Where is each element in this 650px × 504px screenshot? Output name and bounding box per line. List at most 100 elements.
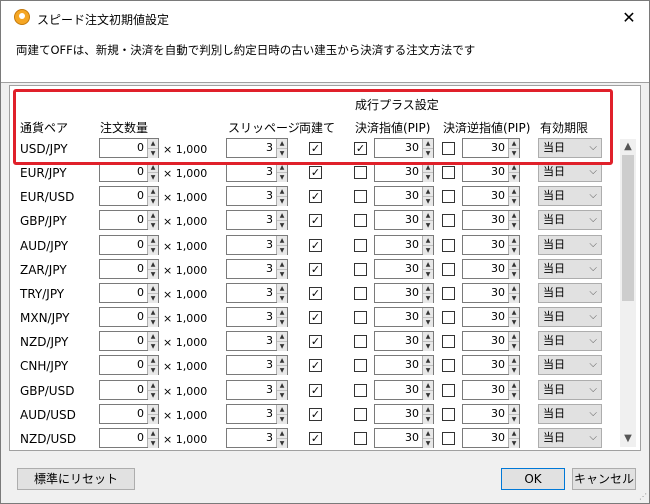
spin-arrows-icon[interactable]: ▲ ▼ [422, 428, 433, 448]
spin-arrows-icon[interactable]: ▲ ▼ [508, 187, 519, 207]
limit-stepper[interactable]: 30 ▲ ▼ [374, 331, 434, 352]
cancel-button[interactable]: キャンセル [572, 468, 636, 490]
spin-arrows-icon[interactable]: ▲ ▼ [147, 356, 158, 376]
spin-arrows-icon[interactable]: ▲ ▼ [508, 332, 519, 352]
slippage-stepper[interactable]: 3 ▲ ▼ [226, 234, 288, 255]
limit-stepper[interactable]: 30 ▲ ▼ [374, 379, 434, 400]
scroll-down-icon[interactable]: ▼ [620, 431, 636, 447]
limit-stepper[interactable]: 30 ▲ ▼ [374, 138, 434, 158]
reset-button[interactable]: 標準にリセット [17, 468, 135, 490]
stop-checkbox[interactable] [442, 383, 455, 397]
spin-arrows-icon[interactable]: ▲ ▼ [508, 163, 519, 183]
slippage-stepper[interactable]: 3 ▲ ▼ [226, 355, 288, 376]
spin-arrows-icon[interactable]: ▲ ▼ [147, 332, 158, 352]
stop-stepper[interactable]: 30 ▲ ▼ [462, 210, 520, 231]
spin-arrows-icon[interactable]: ▲ ▼ [147, 163, 158, 183]
vertical-scrollbar[interactable]: ▲ ▼ [620, 139, 636, 447]
stop-checkbox[interactable] [442, 311, 455, 325]
spin-arrows-icon[interactable]: ▲ ▼ [276, 163, 287, 183]
spin-arrows-icon[interactable]: ▲ ▼ [147, 308, 158, 328]
slippage-stepper[interactable]: 3 ▲ ▼ [226, 162, 288, 183]
expiry-select[interactable]: 当日 ⌵ [538, 210, 602, 231]
hedge-checkbox[interactable]: ✓ [309, 238, 322, 252]
spin-arrows-icon[interactable]: ▲ ▼ [422, 332, 433, 352]
slippage-stepper[interactable]: 3 ▲ ▼ [226, 258, 288, 279]
stop-checkbox[interactable] [442, 166, 455, 180]
spin-arrows-icon[interactable]: ▲ ▼ [276, 259, 287, 279]
limit-checkbox[interactable] [354, 166, 367, 180]
stop-checkbox[interactable] [442, 359, 455, 373]
limit-checkbox[interactable] [354, 190, 367, 204]
limit-checkbox[interactable] [354, 286, 367, 300]
limit-stepper[interactable]: 30 ▲ ▼ [374, 162, 434, 183]
quantity-stepper[interactable]: 0 ▲ ▼ [99, 258, 159, 279]
stop-stepper[interactable]: 30 ▲ ▼ [462, 379, 520, 400]
spin-arrows-icon[interactable]: ▲ ▼ [276, 428, 287, 448]
quantity-stepper[interactable]: 0 ▲ ▼ [99, 403, 159, 424]
quantity-stepper[interactable]: 0 ▲ ▼ [99, 307, 159, 328]
stop-checkbox[interactable] [442, 262, 455, 276]
stop-stepper[interactable]: 30 ▲ ▼ [462, 355, 520, 376]
stop-stepper[interactable]: 30 ▲ ▼ [462, 186, 520, 207]
spin-arrows-icon[interactable]: ▲ ▼ [276, 211, 287, 231]
spin-arrows-icon[interactable]: ▲ ▼ [276, 356, 287, 376]
limit-checkbox[interactable]: ✓ [354, 142, 367, 155]
scroll-up-icon[interactable]: ▲ [620, 139, 636, 155]
expiry-select[interactable]: 当日 ⌵ [538, 258, 602, 279]
stop-stepper[interactable]: 30 ▲ ▼ [462, 234, 520, 255]
spin-arrows-icon[interactable]: ▲ ▼ [276, 187, 287, 207]
stop-stepper[interactable]: 30 ▲ ▼ [462, 331, 520, 352]
spin-arrows-icon[interactable]: ▲ ▼ [422, 235, 433, 255]
limit-stepper[interactable]: 30 ▲ ▼ [374, 427, 434, 448]
quantity-stepper[interactable]: 0 ▲ ▼ [99, 355, 159, 376]
expiry-select[interactable]: 当日 ⌵ [538, 186, 602, 207]
hedge-checkbox[interactable]: ✓ [309, 335, 322, 349]
spin-arrows-icon[interactable]: ▲ ▼ [422, 404, 433, 424]
hedge-checkbox[interactable]: ✓ [309, 407, 322, 421]
spin-arrows-icon[interactable]: ▲ ▼ [276, 283, 287, 303]
expiry-select[interactable]: 当日 ⌵ [538, 307, 602, 328]
stop-checkbox[interactable] [442, 190, 455, 204]
limit-stepper[interactable]: 30 ▲ ▼ [374, 307, 434, 328]
close-icon[interactable]: ✕ [617, 7, 641, 29]
slippage-stepper[interactable]: 3 ▲ ▼ [226, 186, 288, 207]
spin-arrows-icon[interactable]: ▲ ▼ [508, 356, 519, 376]
stop-checkbox[interactable] [442, 431, 455, 445]
limit-checkbox[interactable] [354, 311, 367, 325]
limit-stepper[interactable]: 30 ▲ ▼ [374, 234, 434, 255]
limit-stepper[interactable]: 30 ▲ ▼ [374, 355, 434, 376]
hedge-checkbox[interactable]: ✓ [309, 214, 322, 228]
spin-arrows-icon[interactable]: ▲ ▼ [422, 139, 433, 158]
slippage-stepper[interactable]: 3 ▲ ▼ [226, 282, 288, 303]
quantity-stepper[interactable]: 0 ▲ ▼ [99, 186, 159, 207]
expiry-select[interactable]: 当日 ⌵ [538, 379, 602, 400]
spin-arrows-icon[interactable]: ▲ ▼ [508, 283, 519, 303]
quantity-stepper[interactable]: 0 ▲ ▼ [99, 210, 159, 231]
slippage-stepper[interactable]: 3 ▲ ▼ [226, 210, 288, 231]
limit-checkbox[interactable] [354, 359, 367, 373]
spin-arrows-icon[interactable]: ▲ ▼ [508, 259, 519, 279]
spin-arrows-icon[interactable]: ▲ ▼ [147, 283, 158, 303]
spin-arrows-icon[interactable]: ▲ ▼ [276, 139, 287, 158]
limit-checkbox[interactable] [354, 214, 367, 228]
spin-arrows-icon[interactable]: ▲ ▼ [147, 380, 158, 400]
spin-arrows-icon[interactable]: ▲ ▼ [422, 163, 433, 183]
spin-arrows-icon[interactable]: ▲ ▼ [422, 283, 433, 303]
expiry-select[interactable]: 当日 ⌵ [538, 234, 602, 255]
stop-checkbox[interactable] [442, 286, 455, 300]
stop-checkbox[interactable] [442, 214, 455, 228]
limit-stepper[interactable]: 30 ▲ ▼ [374, 282, 434, 303]
stop-checkbox[interactable] [442, 238, 455, 252]
slippage-stepper[interactable]: 3 ▲ ▼ [226, 403, 288, 424]
ok-button[interactable]: OK [501, 468, 565, 490]
limit-stepper[interactable]: 30 ▲ ▼ [374, 403, 434, 424]
spin-arrows-icon[interactable]: ▲ ▼ [147, 211, 158, 231]
resize-grip-icon[interactable]: ⋰ [639, 492, 647, 501]
spin-arrows-icon[interactable]: ▲ ▼ [508, 380, 519, 400]
spin-arrows-icon[interactable]: ▲ ▼ [147, 404, 158, 424]
expiry-select[interactable]: 当日 ⌵ [538, 355, 602, 376]
stop-stepper[interactable]: 30 ▲ ▼ [462, 282, 520, 303]
slippage-stepper[interactable]: 3 ▲ ▼ [226, 307, 288, 328]
spin-arrows-icon[interactable]: ▲ ▼ [147, 428, 158, 448]
slippage-stepper[interactable]: 3 ▲ ▼ [226, 427, 288, 448]
